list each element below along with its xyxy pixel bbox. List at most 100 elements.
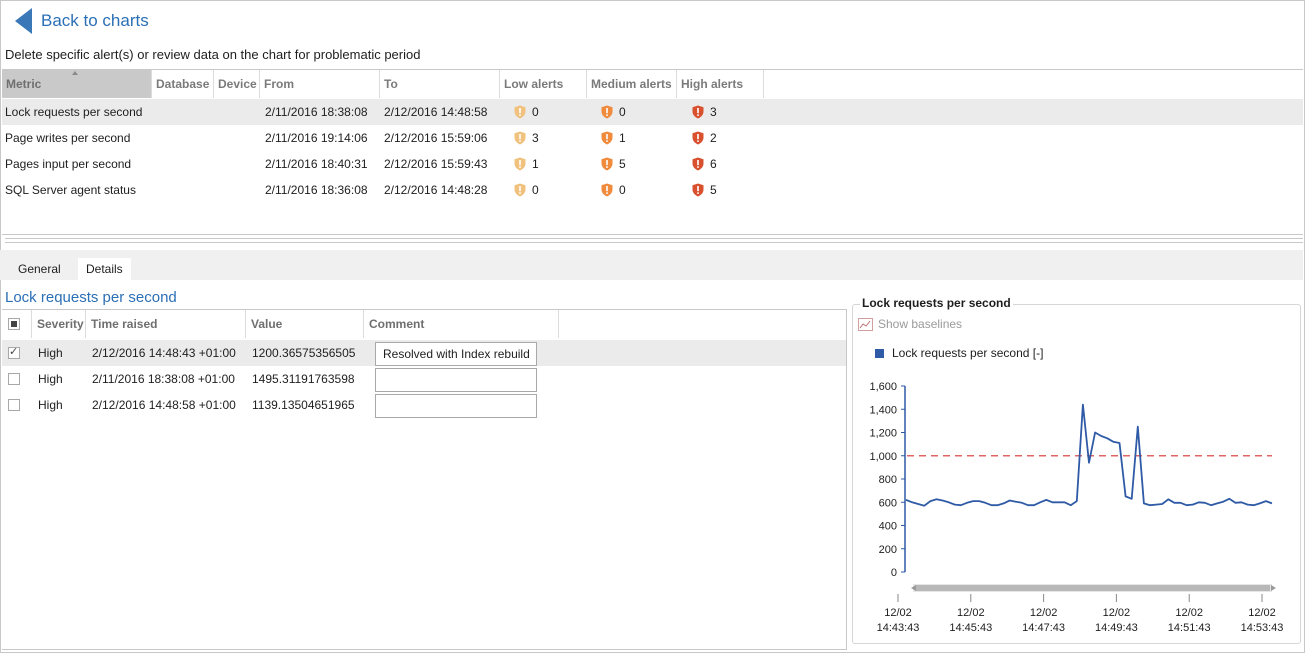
y-tick-label: 200	[879, 544, 897, 556]
column-header-medium-alerts[interactable]: Medium alerts	[587, 70, 677, 98]
row-checkbox[interactable]	[8, 345, 20, 359]
scroll-right-icon[interactable]	[1271, 585, 1276, 591]
severity-cell: High	[38, 372, 63, 386]
high-alerts-cell: 3	[692, 99, 717, 125]
medium-alerts-cell: 0	[601, 99, 626, 125]
shield-medium-icon	[601, 105, 613, 119]
shield-high-icon	[692, 131, 704, 145]
comment-input[interactable]	[375, 368, 537, 392]
y-tick-label: 1,200	[869, 428, 897, 440]
column-header-device[interactable]: Device	[214, 70, 260, 98]
comment-input[interactable]: Resolved with Index rebuild	[375, 342, 537, 366]
tab-label: General	[18, 262, 61, 276]
table-row[interactable]: Pages input per second 2/11/2016 18:40:31…	[2, 151, 1303, 177]
column-header-metric[interactable]: Metric	[2, 70, 152, 98]
x-tick-date-label: 12/02	[957, 607, 985, 619]
x-tick-time-label: 14:53:43	[1241, 622, 1284, 634]
show-baselines-label: Show baselines	[878, 317, 963, 331]
panel-splitter[interactable]	[5, 238, 1303, 243]
tab-general[interactable]: General	[10, 258, 69, 280]
column-header-label: High alerts	[681, 77, 744, 91]
column-header-time-raised[interactable]: Time raised	[86, 310, 246, 338]
select-all-checkbox[interactable]	[8, 318, 20, 330]
from-cell: 2/11/2016 18:36:08	[265, 183, 368, 197]
table-row[interactable]: Lock requests per second 2/11/2016 18:38:…	[2, 99, 1303, 125]
severity-cell: High	[38, 346, 63, 360]
details-title: Lock requests per second	[5, 289, 177, 306]
tab-label: Details	[86, 262, 123, 276]
shield-high-icon	[692, 157, 704, 171]
chart-panel-title: Lock requests per second	[860, 296, 1013, 310]
metric-cell: Pages input per second	[5, 157, 132, 171]
shield-high-icon	[692, 183, 704, 197]
shield-high-icon	[692, 105, 704, 119]
medium-alerts-cell: 1	[601, 125, 626, 151]
to-cell: 2/12/2016 14:48:58	[384, 105, 488, 119]
alert-count: 1	[532, 157, 539, 171]
from-cell: 2/11/2016 18:38:08	[265, 105, 368, 119]
show-baselines-button[interactable]: Show baselines	[858, 316, 962, 332]
lock-requests-chart[interactable]: 0 200 400 600 800 1,000 1,200 1,400 1,600 12/02 14…	[852, 370, 1292, 640]
low-alerts-cell: 1	[514, 151, 539, 177]
row-checkbox[interactable]	[8, 399, 20, 411]
metric-cell: Page writes per second	[5, 131, 131, 145]
time-raised-cell: 2/12/2016 14:48:43 +01:00	[92, 346, 236, 360]
column-header-to[interactable]: To	[380, 70, 500, 98]
column-header-select	[2, 310, 32, 338]
shield-medium-icon	[601, 183, 613, 197]
shield-low-icon	[514, 157, 526, 171]
sort-ascending-icon	[72, 71, 78, 75]
tab-details[interactable]: Details	[78, 258, 131, 280]
y-tick-label: 1,600	[869, 381, 897, 393]
column-header-high-alerts[interactable]: High alerts	[677, 70, 764, 98]
from-cell: 2/11/2016 18:40:31	[265, 157, 368, 171]
table-row[interactable]: SQL Server agent status 2/11/2016 18:36:0…	[2, 177, 1303, 203]
column-header-label: Device	[218, 77, 257, 91]
alerts-grid: Metric Database Device From To Low alert…	[2, 69, 1303, 235]
y-tick-label: 1,400	[869, 404, 897, 416]
row-checkbox[interactable]	[8, 373, 20, 385]
column-header-comment[interactable]: Comment	[364, 310, 559, 338]
value-cell: 1200.36575356505	[252, 346, 356, 360]
table-row[interactable]: High 2/11/2016 18:38:08 +01:00 1495.311917…	[2, 366, 846, 392]
x-tick-time-label: 14:45:43	[949, 622, 992, 634]
high-alerts-cell: 5	[692, 177, 717, 203]
y-tick-label: 400	[879, 521, 897, 533]
alert-count: 0	[619, 105, 626, 119]
comment-input[interactable]	[375, 394, 537, 418]
column-header-low-alerts[interactable]: Low alerts	[500, 70, 587, 98]
x-tick-time-label: 14:51:43	[1168, 622, 1211, 634]
chart-scrollbar-thumb[interactable]	[915, 585, 1270, 591]
column-header-label: Medium alerts	[591, 77, 672, 91]
column-header-value[interactable]: Value	[246, 310, 364, 338]
column-header-from[interactable]: From	[260, 70, 380, 98]
x-tick-date-label: 12/02	[1030, 607, 1058, 619]
column-header-label: Low alerts	[504, 77, 564, 91]
metric-cell: SQL Server agent status	[5, 183, 136, 197]
table-row[interactable]: Page writes per second 2/11/2016 19:14:06…	[2, 125, 1303, 151]
x-tick-date-label: 12/02	[1103, 607, 1131, 619]
to-cell: 2/12/2016 15:59:06	[384, 131, 488, 145]
shield-medium-icon	[601, 157, 613, 171]
table-row[interactable]: High 2/12/2016 14:48:43 +01:00 1200.365753…	[2, 340, 846, 366]
column-header-label: Comment	[369, 317, 425, 331]
y-tick-label: 1,000	[869, 451, 897, 463]
medium-alerts-cell: 0	[601, 177, 626, 203]
column-header-severity[interactable]: Severity	[32, 310, 86, 338]
table-row[interactable]: High 2/12/2016 14:48:58 +01:00 1139.135046…	[2, 392, 846, 418]
low-alerts-cell: 3	[514, 125, 539, 151]
column-header-database[interactable]: Database	[152, 70, 214, 98]
back-label: Back to charts	[41, 11, 149, 30]
shield-low-icon	[514, 105, 526, 119]
instructions-text: Delete specific alert(s) or review data …	[5, 47, 421, 62]
back-to-charts-link[interactable]: Back to charts	[15, 8, 149, 34]
column-header-label: From	[264, 77, 294, 91]
alert-count: 6	[710, 157, 717, 171]
alert-count: 5	[710, 183, 717, 197]
x-tick-date-label: 12/02	[884, 607, 912, 619]
high-alerts-cell: 2	[692, 125, 717, 151]
alert-count: 5	[619, 157, 626, 171]
value-cell: 1139.13504651965	[252, 398, 355, 412]
legend-swatch	[875, 348, 884, 358]
column-header-label: Database	[156, 77, 210, 91]
